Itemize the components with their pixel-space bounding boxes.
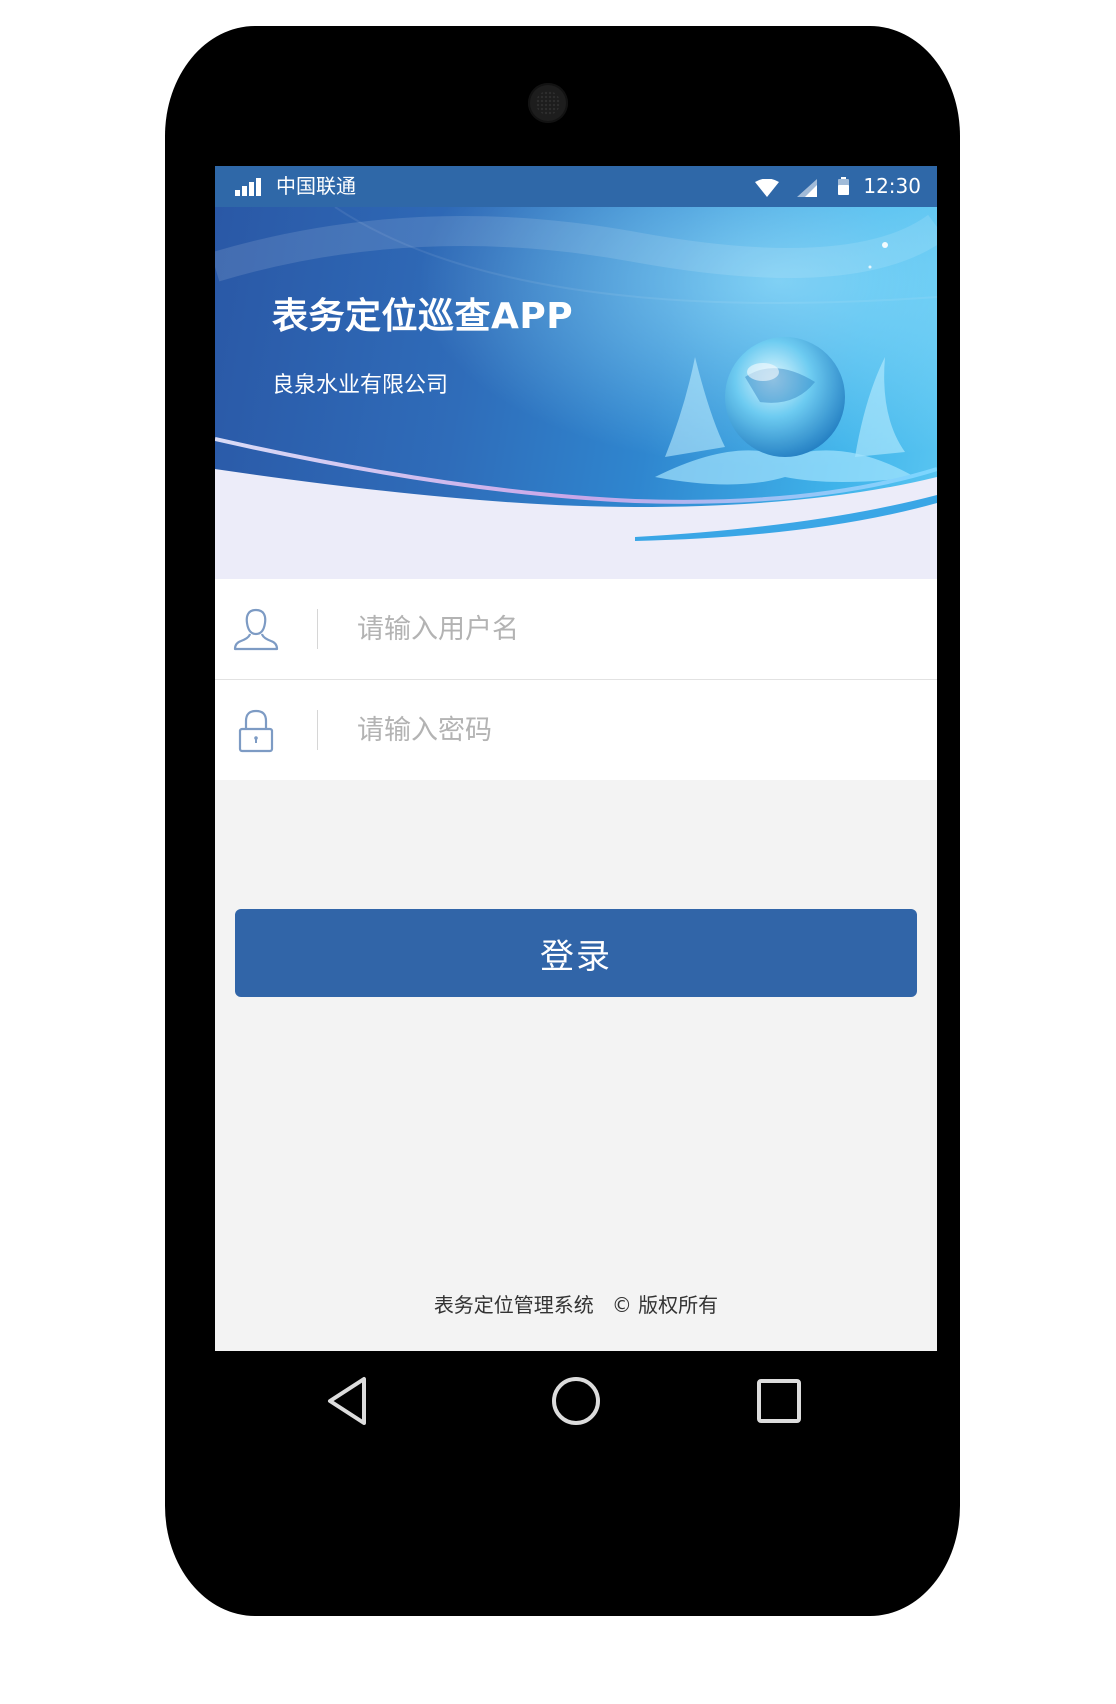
login-button[interactable]: 登录 xyxy=(235,909,917,997)
company-name: 良泉水业有限公司 xyxy=(272,373,449,398)
footer-system-name: 表务定位管理系统 xyxy=(433,1293,594,1317)
password-divider xyxy=(317,710,318,750)
battery-icon xyxy=(838,177,849,195)
user-icon xyxy=(233,608,279,651)
recents-square-icon[interactable] xyxy=(749,1371,809,1431)
footer-copyright: © 版权所有 xyxy=(611,1293,719,1317)
username-divider xyxy=(317,609,318,649)
signal-bars-icon xyxy=(235,178,267,196)
username-input[interactable] xyxy=(357,604,917,654)
cell-signal-icon xyxy=(797,179,817,197)
speaker-icon xyxy=(528,83,568,123)
navigation-bar xyxy=(215,1351,937,1441)
password-row xyxy=(215,680,937,780)
status-time: 12:30 xyxy=(863,174,921,198)
status-bar: 中国联通 12:30 xyxy=(215,166,937,207)
lock-icon xyxy=(238,709,274,753)
username-row xyxy=(215,579,937,680)
password-input[interactable] xyxy=(357,705,917,755)
app-screen: 中国联通 12:30 表务定位巡查APP 良泉水业有限公司 请输入用户名 登录 … xyxy=(215,166,937,1351)
home-circle-icon[interactable] xyxy=(546,1371,606,1431)
header-banner: 表务定位巡查APP 良泉水业有限公司 xyxy=(215,207,937,579)
app-title: 表务定位巡查APP xyxy=(272,296,574,337)
back-triangle-icon[interactable] xyxy=(318,1371,378,1431)
device-stage: 中国联通 12:30 表务定位巡查APP 良泉水业有限公司 请输入用户名 登录 … xyxy=(0,0,1116,1704)
carrier-name: 中国联通 xyxy=(276,174,356,198)
footer: 表务定位管理系统 © 版权所有 xyxy=(215,1292,937,1318)
wifi-icon xyxy=(755,179,779,197)
